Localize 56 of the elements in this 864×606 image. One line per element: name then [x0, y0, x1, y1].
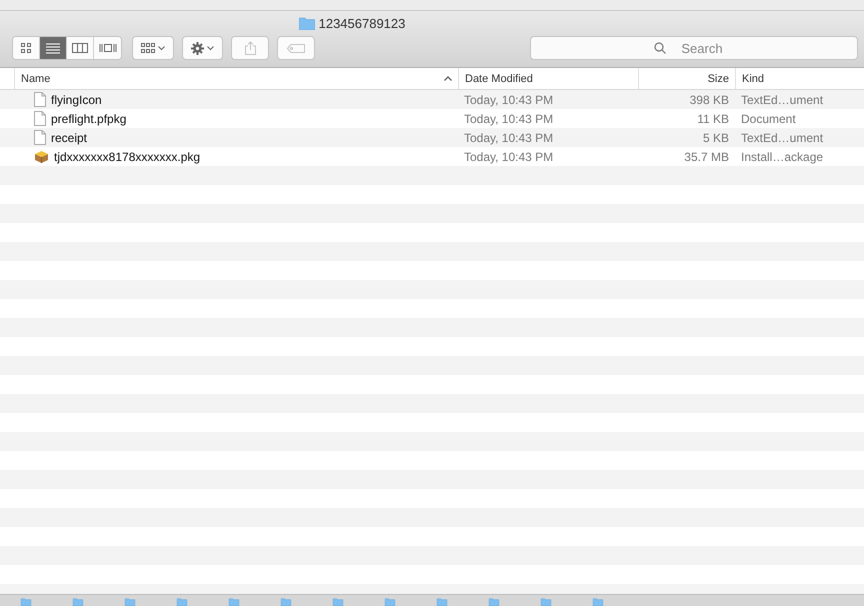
- package-icon: [34, 150, 49, 163]
- file-row[interactable]: receipt Today, 10:43 PM 5 KB TextEd…ument: [0, 128, 864, 147]
- folder-icon: [124, 598, 136, 606]
- caret-icon: [207, 46, 214, 50]
- view-mode-button[interactable]: [13, 37, 40, 59]
- folder-icon: [540, 598, 552, 606]
- share-icon: [244, 41, 256, 55]
- kind-cell-text: TextEd…ument: [740, 130, 824, 144]
- column-header[interactable]: Kind: [735, 68, 864, 89]
- kind-cell-text: Install…ackage: [740, 150, 824, 164]
- folder-icon: [72, 598, 84, 606]
- folder-icon: [436, 598, 448, 606]
- date-cell-text: Today, 10:43 PM: [463, 150, 554, 164]
- columns-icon: [72, 43, 88, 53]
- folder-icon: [488, 598, 500, 606]
- column-header[interactable]: Name: [14, 68, 458, 89]
- folder-icon: [20, 598, 32, 606]
- folder-icon: [298, 16, 315, 30]
- kind-cell-text: TextEd…ument: [740, 92, 824, 106]
- size-cell-text: 35.7 MB: [683, 150, 730, 164]
- folder-icon: [592, 598, 604, 606]
- search-field[interactable]: Search: [530, 36, 858, 60]
- file-name: tjdxxxxxxx8178xxxxxxx.pkg: [54, 150, 200, 164]
- date-cell-text: Today, 10:43 PM: [463, 112, 554, 126]
- file-row[interactable]: flyingIcon Today, 10:43 PM 398 KB TextEd…ument: [0, 90, 864, 109]
- date-cell-text: Today, 10:43 PM: [463, 92, 554, 106]
- list-icon: [46, 42, 60, 54]
- folder-icon: [332, 598, 344, 606]
- toolbar-button[interactable]: [182, 36, 223, 60]
- folder-icon: [228, 598, 240, 606]
- file-name: flyingIcon: [51, 92, 102, 106]
- search-icon: [654, 42, 666, 54]
- window-title: 123456789123: [318, 16, 406, 30]
- tag-icon: [287, 44, 305, 52]
- document-icon: [34, 130, 46, 145]
- document-icon: [34, 92, 46, 107]
- folder-icon: [384, 598, 396, 606]
- view-mode-button[interactable]: [40, 37, 67, 59]
- document-icon: [34, 111, 46, 126]
- folder-icon: [176, 598, 188, 606]
- size-cell-text: 5 KB: [702, 130, 730, 144]
- size-cell-text: 11 KB: [696, 112, 730, 126]
- column-header[interactable]: Date Modified: [458, 68, 638, 89]
- kind-cell-text: Document: [740, 112, 797, 126]
- column-header[interactable]: Size: [638, 68, 735, 89]
- file-name: preflight.pfpkg: [51, 112, 126, 126]
- grid-icon: [141, 43, 155, 53]
- grid-icon: [21, 43, 31, 53]
- caret-icon: [158, 46, 165, 50]
- date-cell-text: Today, 10:43 PM: [463, 130, 554, 144]
- cover-flow-icon: [98, 43, 116, 53]
- folder-icon: [280, 598, 292, 606]
- size-cell-text: 398 KB: [688, 92, 730, 106]
- toolbar-button[interactable]: [132, 36, 174, 60]
- file-name: receipt: [51, 130, 88, 144]
- gear-icon: [191, 42, 204, 54]
